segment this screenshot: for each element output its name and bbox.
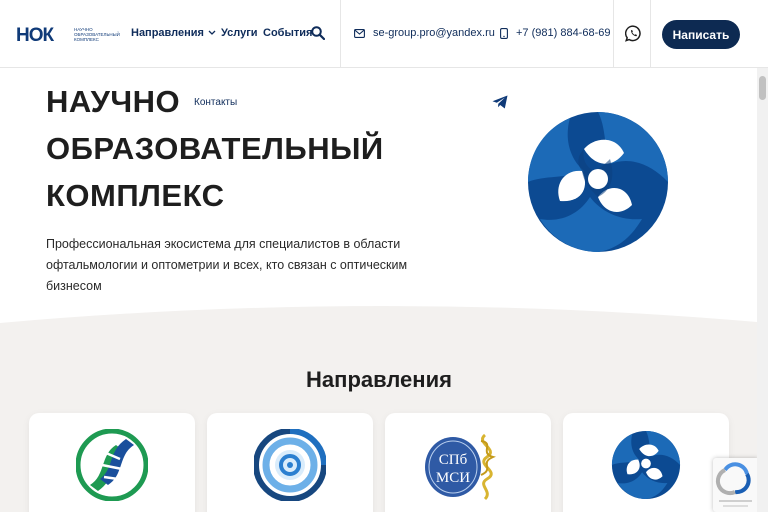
logo-wordmark-icon: НОК — [16, 25, 56, 44]
whatsapp-icon[interactable] — [625, 25, 642, 42]
write-button[interactable]: Написать — [662, 20, 740, 49]
nav-events[interactable]: События — [263, 27, 312, 39]
logo-text: НОК — [16, 25, 55, 44]
recaptcha-icon — [715, 462, 752, 507]
nav-directions-label: Направления — [131, 27, 204, 39]
direction-card[interactable] — [563, 413, 729, 512]
directions-title: Направления — [306, 367, 452, 392]
logo-subtitle: научно образовательный комплекс — [74, 26, 120, 42]
nav-directions[interactable]: Направления — [131, 27, 216, 39]
blue-triskelion-logo-icon — [611, 430, 681, 500]
triskelion-emblem-icon — [528, 112, 668, 252]
chevron-down-icon — [208, 30, 216, 35]
scrollbar-track[interactable] — [757, 68, 768, 512]
spb-msi-logo-icon: СПб МСИ — [425, 433, 496, 501]
telegram-icon[interactable] — [492, 95, 508, 109]
direction-card[interactable] — [29, 413, 195, 512]
direction-card[interactable]: СПб МСИ — [385, 413, 551, 512]
recaptcha-badge[interactable] — [713, 458, 758, 512]
mail-icon — [354, 28, 365, 38]
header-divider — [613, 0, 614, 68]
header-divider — [340, 0, 341, 68]
logo-mark: НОК — [16, 24, 68, 44]
phone-text: +7 (981) 884-68-69 — [516, 27, 611, 39]
email-link[interactable]: se-group.pro@yandex.ru — [354, 27, 495, 39]
nav-services[interactable]: Услуги — [221, 27, 258, 39]
spb-text: СПб — [439, 452, 468, 468]
blue-circular-target-logo-icon — [254, 429, 326, 501]
direction-card[interactable] — [207, 413, 373, 512]
site-logo[interactable]: НОК научно образовательный комплекс — [16, 24, 124, 44]
header-divider — [650, 0, 651, 68]
wave-divider — [0, 299, 768, 323]
contacts-link[interactable]: Контакты — [194, 97, 237, 108]
phone-link[interactable]: +7 (981) 884-68-69 — [500, 27, 610, 39]
green-blue-helix-logo-icon — [76, 429, 148, 501]
scrollbar-thumb[interactable] — [759, 76, 766, 100]
site-header: НОК научно образовательный комплекс Напр… — [0, 0, 768, 68]
email-text: se-group.pro@yandex.ru — [373, 27, 495, 39]
msi-text: МСИ — [436, 470, 470, 486]
search-icon[interactable] — [311, 26, 325, 40]
phone-icon — [500, 27, 508, 39]
hero-subtitle: Профессиональная экосистема для специали… — [46, 237, 408, 293]
